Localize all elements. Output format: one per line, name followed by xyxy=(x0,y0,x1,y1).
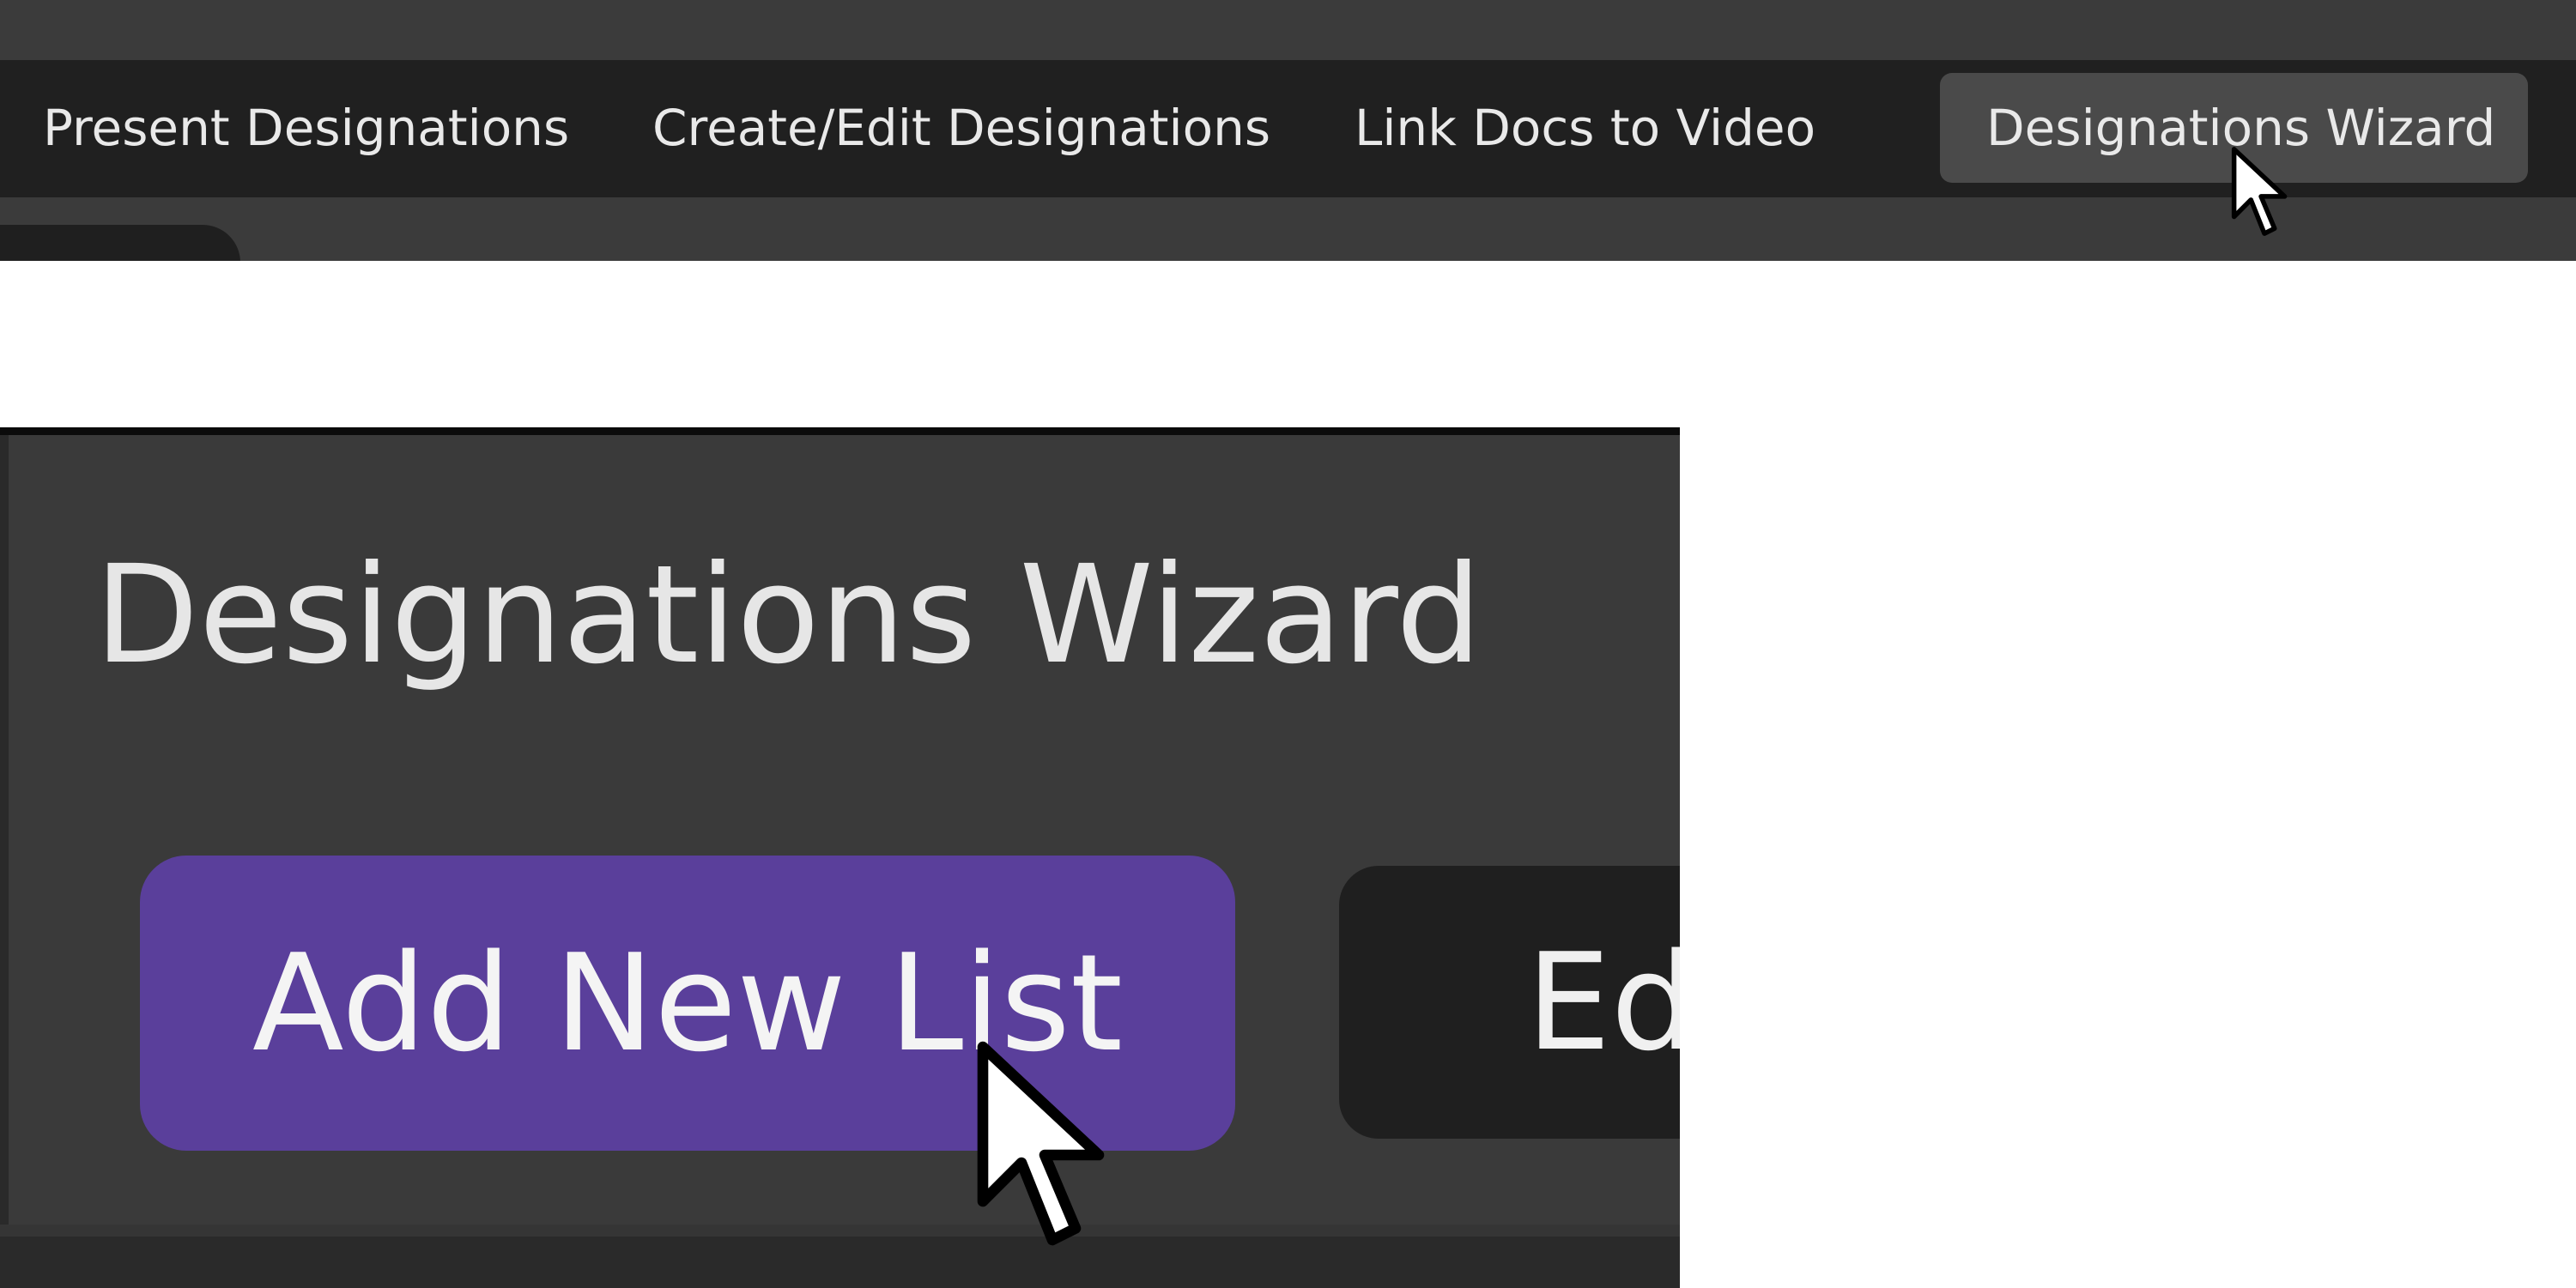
menu-item-link-docs-to-video[interactable]: Link Docs to Video xyxy=(1355,73,1815,183)
menu-item-create-edit-designations[interactable]: Create/Edit Designations xyxy=(652,73,1270,183)
document-tab[interactable] xyxy=(0,225,240,261)
page-title: Designations Wizard xyxy=(94,536,1482,694)
panel-left-edge xyxy=(0,435,9,1288)
mouse-cursor-icon-large xyxy=(977,1041,1105,1246)
content-strip xyxy=(0,197,2576,261)
wizard-panel-crop: Designations Wizard Add New List Ed xyxy=(0,427,1680,1288)
edit-list-button[interactable]: Ed xyxy=(1339,866,1680,1139)
panel-bottom-strip xyxy=(0,1237,1680,1288)
panel-bottom-highlight xyxy=(0,1225,1680,1237)
menu-bar-crop: Present Designations Create/Edit Designa… xyxy=(0,0,2576,261)
mouse-cursor-icon xyxy=(2231,147,2288,236)
menu-item-present-designations[interactable]: Present Designations xyxy=(43,73,569,183)
title-strip xyxy=(0,0,2576,60)
zoomed-screenshot-composite: Present Designations Create/Edit Designa… xyxy=(0,0,2576,1288)
